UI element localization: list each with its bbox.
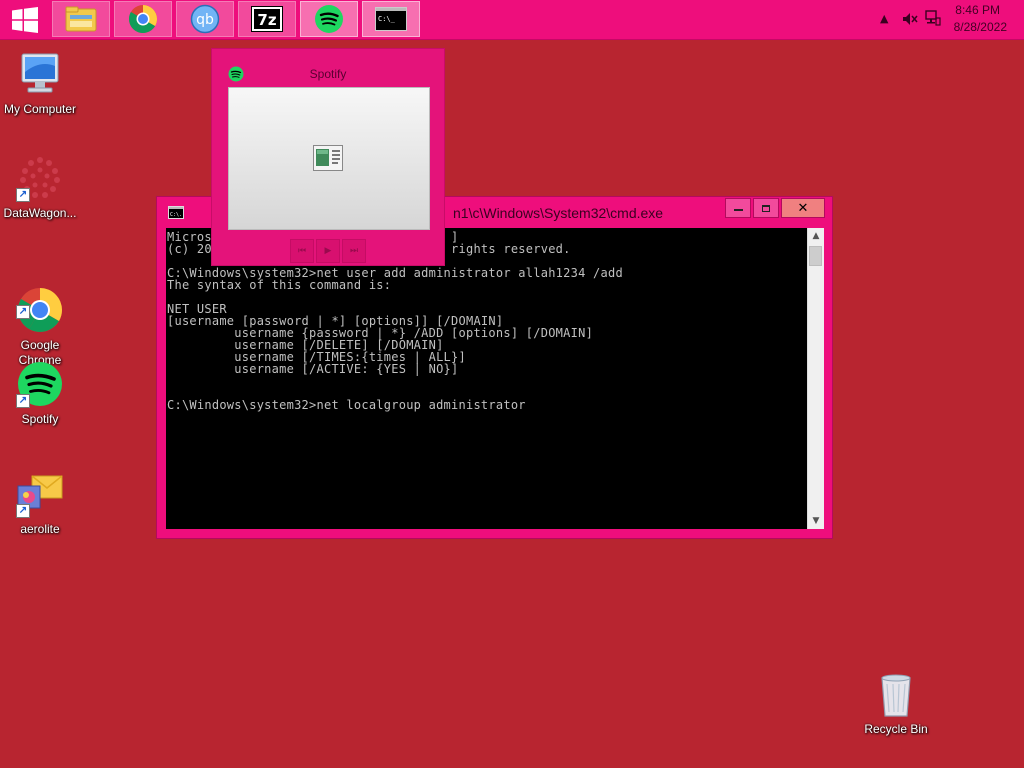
cmd-window-icon: C:\. [168, 206, 184, 219]
shortcut-arrow-icon: ↗ [16, 305, 30, 319]
spotify-icon [315, 5, 343, 33]
desktop-icon-label: DataWagon... [3, 206, 77, 220]
svg-text:C:\.: C:\. [170, 212, 182, 218]
show-hidden-icons-chevron-icon[interactable]: ▲ [880, 12, 888, 25]
minimize-icon [733, 209, 743, 211]
chrome-icon: ↗ [16, 271, 64, 332]
qbittorrent-icon: qb [190, 4, 220, 34]
window-placeholder-icon [313, 145, 343, 171]
clock-date[interactable]: 8/28/2022 [954, 20, 1007, 34]
desktop-icon-label: Spotify [21, 412, 59, 426]
aerolite-icon: ↗ [16, 470, 64, 518]
shortcut-arrow-icon: ↗ [16, 394, 30, 408]
svg-text:qb: qb [196, 12, 214, 28]
windows-logo-icon [12, 6, 38, 33]
spotify-preview-image[interactable] [228, 87, 430, 230]
cmd-scrollbar[interactable]: ▲ ▼ [807, 228, 824, 529]
taskbar-cmd[interactable]: C:\_ [362, 1, 420, 37]
shortcut-arrow-icon: ↗ [16, 504, 30, 518]
previous-track-button[interactable]: ⏮ [290, 239, 314, 263]
clock-time[interactable]: 8:46 PM [955, 3, 1000, 17]
spotify-taskbar-preview[interactable]: Spotify ⏮ ▶ ⏭ [211, 48, 445, 266]
start-button[interactable] [0, 0, 50, 39]
taskbar-qbittorrent[interactable]: qb [176, 1, 234, 37]
desktop-icon-aerolite[interactable]: ↗ aerolite [0, 470, 80, 537]
desktop-icon-my-computer[interactable]: My Computer [0, 50, 80, 117]
close-button[interactable]: ✕ [781, 198, 825, 218]
next-track-button[interactable]: ⏭ [342, 239, 366, 263]
datawagon-icon: ↗ [16, 154, 64, 202]
7zip-icon: 7z [251, 6, 283, 32]
cmd-console[interactable]: Micros ] (c) 20 rights reserved. C:\Wind… [166, 228, 807, 529]
desktop-icon-label: My Computer [3, 102, 77, 116]
cmd-icon: C:\_ [375, 7, 407, 31]
taskbar-chrome[interactable] [114, 1, 172, 37]
close-icon: ✕ [797, 200, 809, 216]
scroll-up-arrow-icon[interactable]: ▲ [808, 228, 824, 244]
shortcut-arrow-icon: ↗ [16, 188, 30, 202]
volume-muted-icon[interactable] [902, 12, 918, 26]
desktop-icon-datawagon[interactable]: ↗ DataWagon... [0, 154, 80, 221]
taskbar: qb 7z C:\_ ▲ 8:46 PM 8/28/2022 [0, 0, 1024, 40]
maximize-icon [762, 204, 770, 212]
desktop-icon-recycle-bin[interactable]: Recycle Bin [856, 670, 936, 737]
taskbar-7zip[interactable]: 7z [238, 1, 296, 37]
taskbar-file-explorer[interactable] [52, 1, 110, 37]
computer-icon [16, 50, 64, 98]
recycle-bin-icon [872, 670, 920, 718]
maximize-button[interactable] [753, 198, 779, 218]
minimize-button[interactable] [725, 198, 751, 218]
spotify-preview-title: Spotify [309, 67, 347, 81]
scroll-down-arrow-icon[interactable]: ▼ [808, 513, 824, 529]
folder-icon [65, 6, 97, 32]
spotify-icon: ↗ [16, 360, 64, 408]
taskbar-spotify[interactable] [300, 1, 358, 37]
svg-text:7z: 7z [257, 11, 276, 29]
scroll-thumb[interactable] [809, 246, 822, 266]
chrome-icon [128, 5, 157, 34]
network-icon[interactable] [925, 10, 941, 26]
system-tray: ▲ 8:46 PM 8/28/2022 [864, 0, 1024, 39]
cmd-title-text: n1\c\Windows\System32\cmd.exe [453, 205, 664, 221]
desktop-icon-spotify[interactable]: ↗ Spotify [0, 360, 80, 427]
play-pause-button[interactable]: ▶ [316, 239, 340, 263]
thumbnail-media-controls: ⏮ ▶ ⏭ [290, 239, 368, 263]
desktop-icon-label: aerolite [20, 522, 60, 536]
svg-text:C:\_: C:\_ [378, 15, 396, 23]
desktop-icon-label: Recycle Bin [864, 722, 928, 736]
